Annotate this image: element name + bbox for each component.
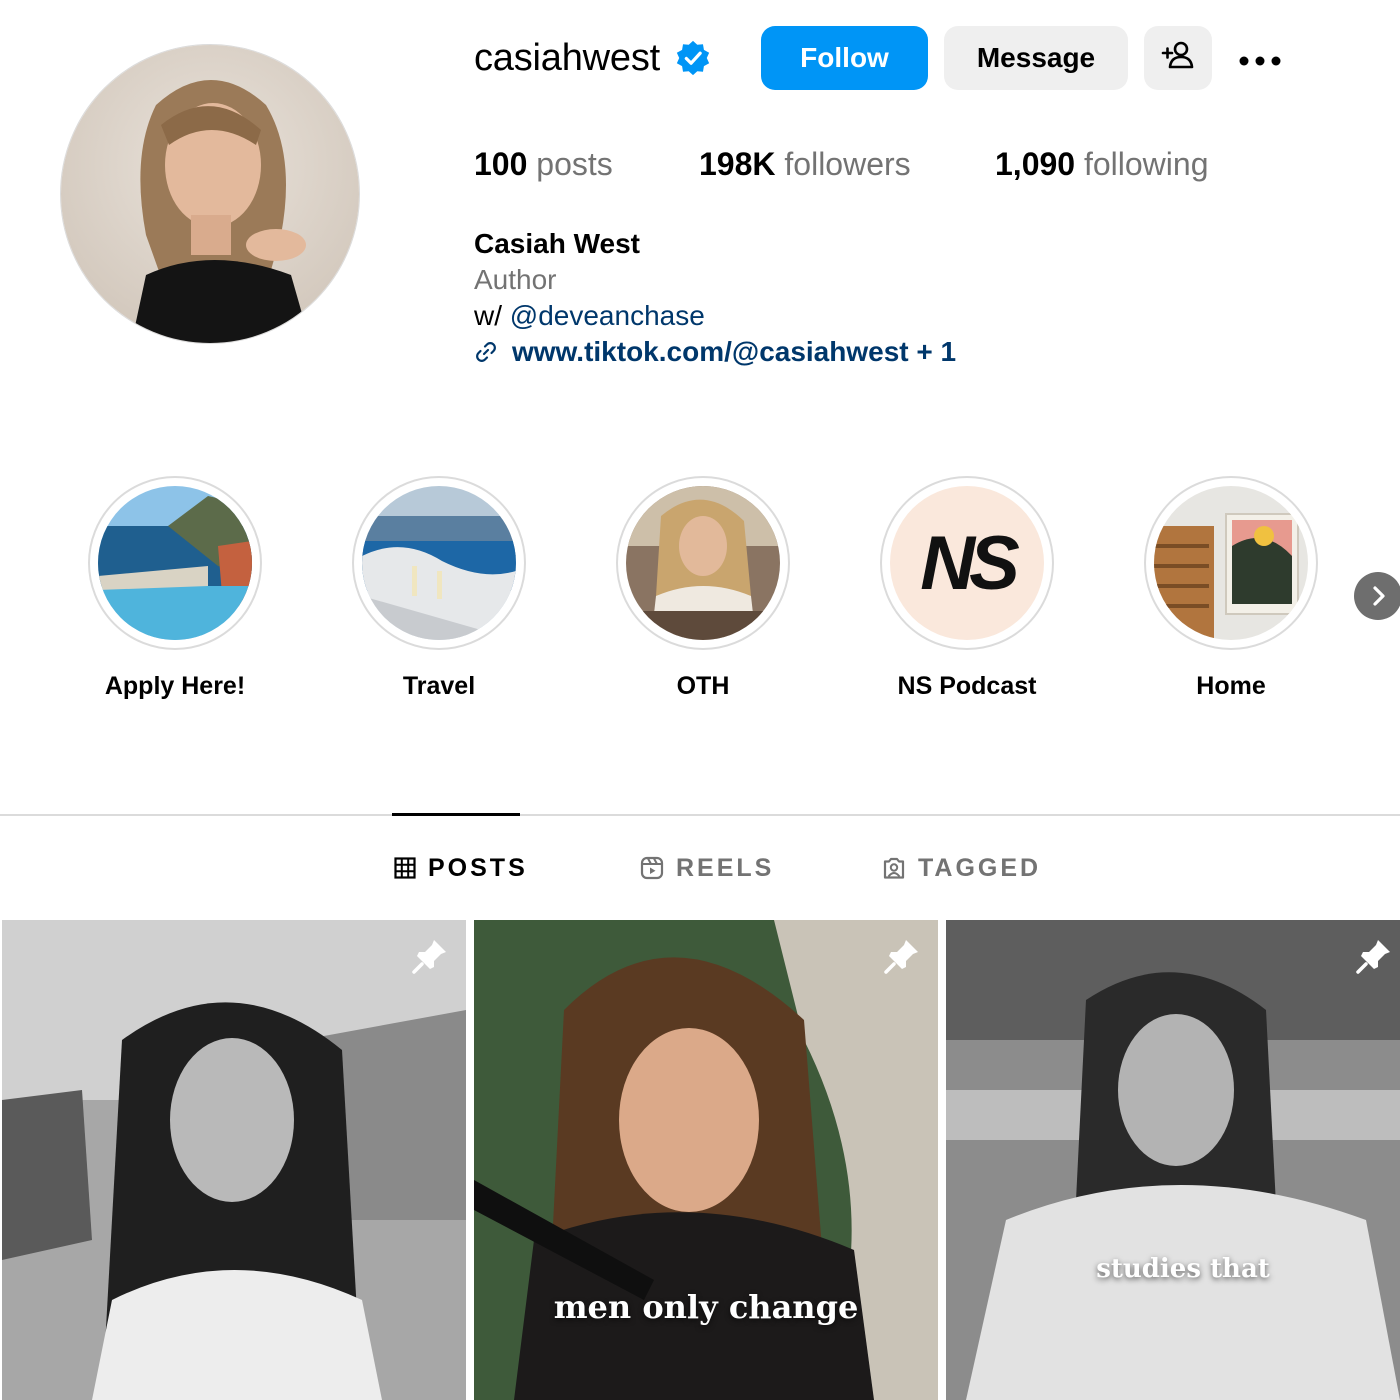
following-count-label: following — [1083, 146, 1209, 182]
highlight-cover-image: NS — [890, 486, 1044, 640]
active-tab-indicator — [392, 813, 520, 816]
highlight-ns-podcast[interactable]: NS NS Podcast — [880, 476, 1054, 701]
highlight-ring — [88, 476, 262, 650]
following-count-value: 1,090 — [995, 146, 1076, 182]
tab-label: REELS — [676, 853, 775, 882]
highlight-cover-image — [626, 486, 780, 640]
followers-link[interactable]: 198K followers — [699, 146, 911, 183]
highlight-ring: NS — [880, 476, 1054, 650]
chevron-right-icon — [1373, 586, 1385, 606]
link-icon — [476, 342, 496, 362]
bio-external-link[interactable]: www.tiktok.com/@casiahwest + 1 — [474, 334, 956, 370]
post-thumbnail — [946, 920, 1400, 1400]
profile-category: Author — [474, 264, 557, 295]
highlight-apply-here[interactable]: Apply Here! — [88, 476, 262, 701]
follow-button[interactable]: Follow — [761, 26, 928, 90]
bio-prefix: w/ — [474, 300, 502, 331]
suggested-accounts-button[interactable] — [1144, 26, 1212, 90]
bio-link-text: www.tiktok.com/@casiahwest + 1 — [512, 336, 957, 367]
post-caption-overlay: studies that — [1096, 1254, 1270, 1284]
highlight-oth[interactable]: OTH — [616, 476, 790, 701]
posts-count: 100 posts — [474, 146, 613, 183]
highlights-next-button[interactable] — [1354, 572, 1400, 620]
post-thumbnail — [2, 920, 466, 1400]
posts-count-value: 100 — [474, 146, 528, 182]
tab-reels[interactable]: REELS — [640, 850, 774, 886]
post-tile[interactable]: studies that — [946, 920, 1400, 1400]
message-button[interactable]: Message — [944, 26, 1128, 90]
tagged-icon — [883, 857, 905, 879]
more-options-icon — [1238, 42, 1282, 74]
post-tile[interactable]: men only change — [474, 920, 938, 1400]
verified-badge-icon — [674, 39, 712, 77]
ns-podcast-logo: NS — [920, 520, 1020, 606]
pinned-icon — [1354, 936, 1394, 976]
following-link[interactable]: 1,090 following — [995, 146, 1208, 183]
profile-avatar[interactable] — [60, 44, 360, 344]
tab-label: POSTS — [428, 853, 528, 882]
highlight-label: Travel — [402, 672, 476, 700]
post-tile[interactable] — [2, 920, 466, 1400]
followers-count-label: followers — [784, 146, 911, 182]
bio-mention-link[interactable]: @deveanchase — [510, 300, 705, 331]
highlight-label: OTH — [676, 672, 730, 700]
tab-tagged[interactable]: TAGGED — [882, 850, 1041, 886]
highlight-label: NS Podcast — [897, 672, 1037, 700]
followers-count-value: 198K — [699, 146, 776, 182]
tab-posts[interactable]: POSTS — [394, 850, 528, 886]
highlight-home[interactable]: Home — [1144, 476, 1318, 701]
highlight-cover-image — [98, 486, 252, 640]
username: casiahwest — [474, 36, 660, 79]
highlight-ring — [616, 476, 790, 650]
username-row: casiahwest — [474, 26, 712, 90]
highlight-ring — [1144, 476, 1318, 650]
pinned-icon — [410, 936, 450, 976]
bio-line: w/ @deveanchase — [474, 298, 956, 334]
more-options-button[interactable] — [1230, 26, 1290, 90]
reels-icon — [640, 856, 664, 880]
profile-full-name: Casiah West — [474, 228, 640, 259]
profile-bio: Casiah West Author w/ @deveanchase www.t… — [474, 226, 956, 370]
posts-count-label: posts — [536, 146, 613, 182]
highlight-travel[interactable]: Travel — [352, 476, 526, 701]
post-caption-overlay: men only change — [553, 1288, 859, 1326]
post-thumbnail — [474, 920, 938, 1400]
pinned-icon — [882, 936, 922, 976]
add-user-icon — [1161, 38, 1195, 79]
grid-icon — [394, 857, 416, 879]
tabs-divider — [0, 814, 1400, 816]
highlight-label: Home — [1196, 672, 1266, 700]
highlight-cover-image — [1154, 486, 1308, 640]
highlight-label: Apply Here! — [104, 672, 246, 700]
highlight-cover-image — [362, 486, 516, 640]
tab-label: TAGGED — [918, 853, 1042, 882]
highlight-ring — [352, 476, 526, 650]
